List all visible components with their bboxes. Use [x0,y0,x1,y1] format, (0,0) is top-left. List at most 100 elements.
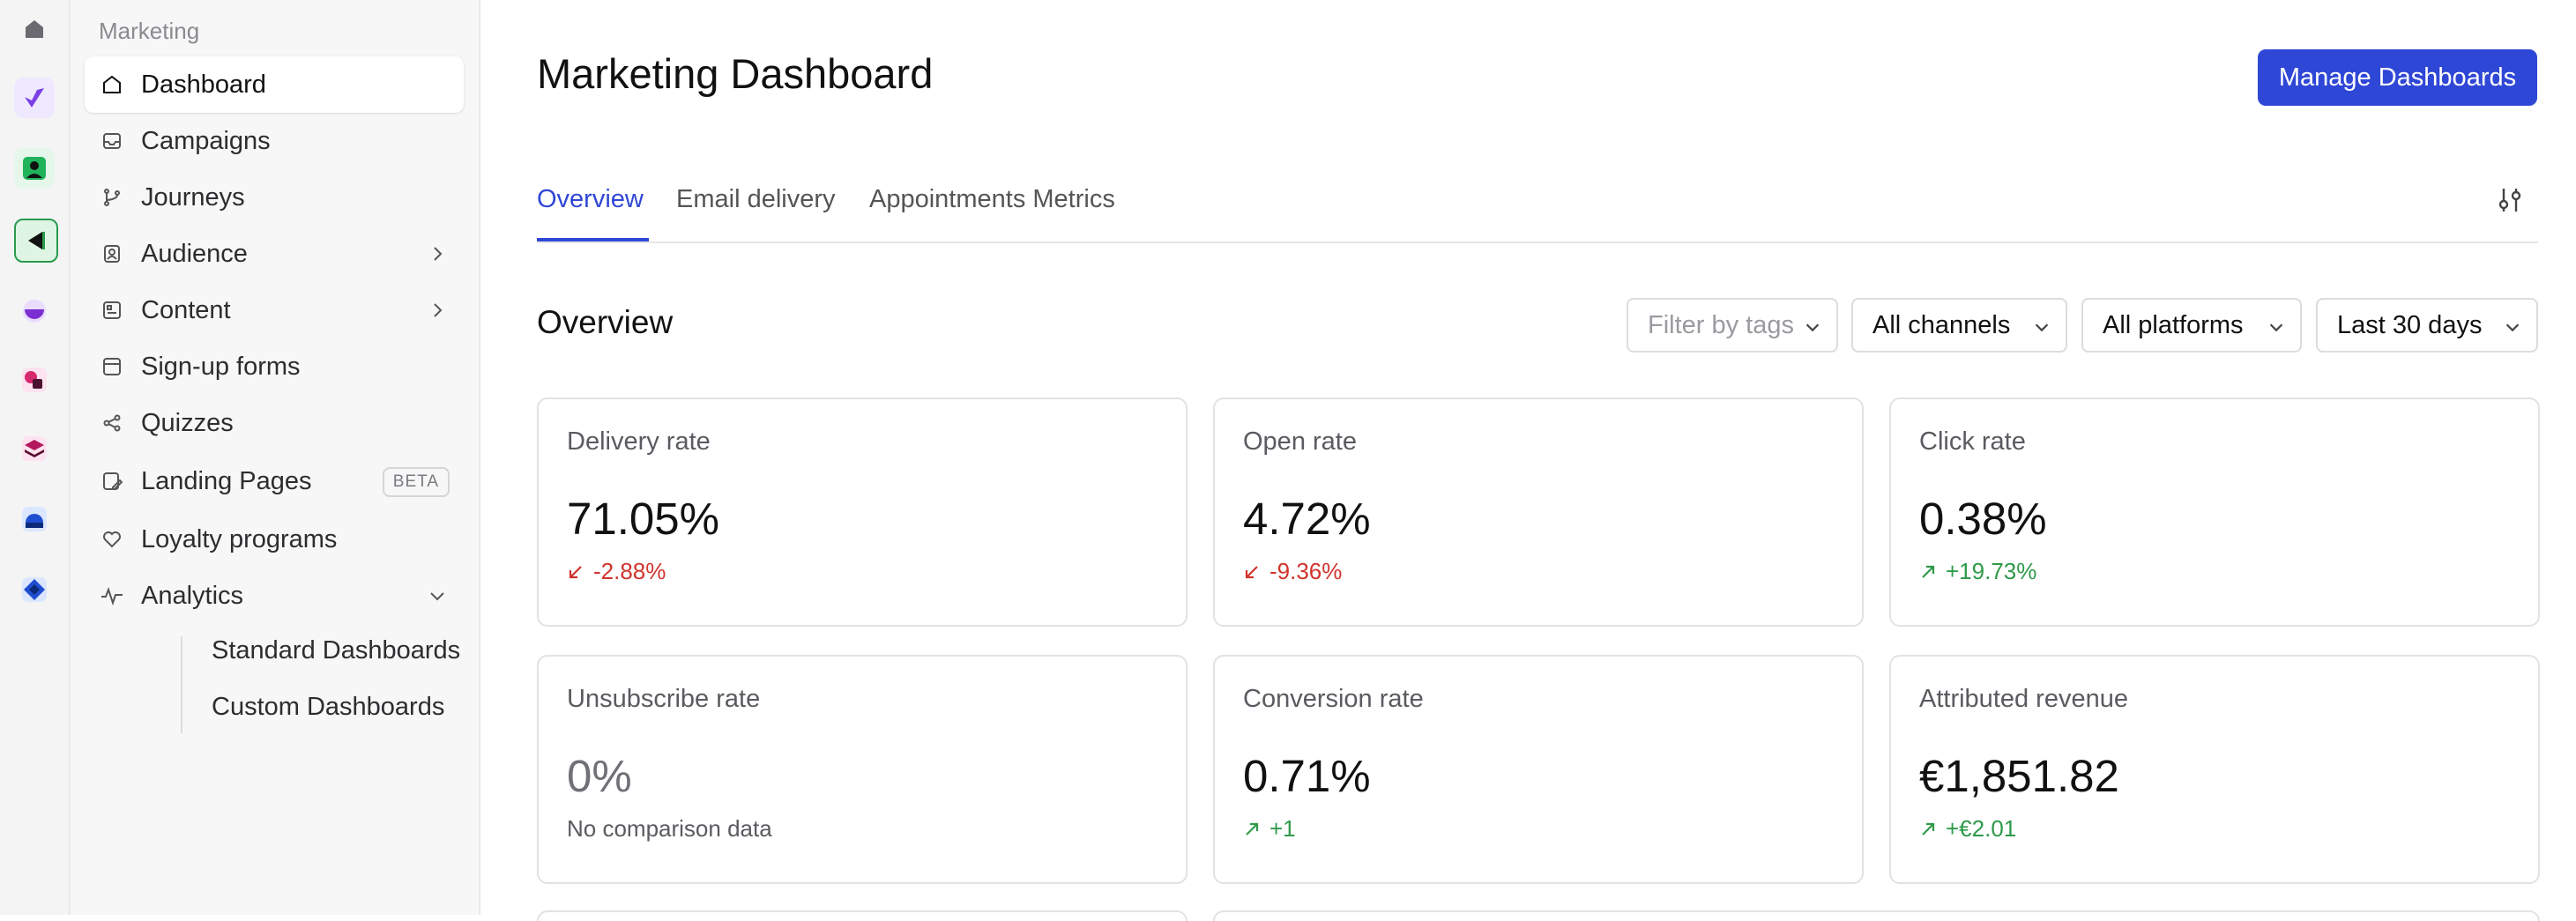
home-app-icon[interactable] [14,9,55,49]
layers-app-icon[interactable] [14,428,55,469]
contacts-app-icon[interactable] [14,148,55,189]
sidebar-item-label: Loyalty programs [141,524,338,553]
marketing-app-icon[interactable] [14,219,58,263]
arrow-up-right-icon [1922,565,1935,578]
pulse-icon [99,583,125,609]
home-icon [99,71,125,98]
tab-appointments-metrics[interactable]: Appointments Metrics [869,185,1115,214]
sidebar-item-label: Dashboard [141,70,266,99]
sidebar-item-label: Landing Pages [141,466,312,495]
metric-value: 0% [567,751,632,801]
branch-icon [99,184,125,211]
metric-label: Click rate [1919,427,2026,456]
metric-delta: +19.73% [1919,558,2036,585]
page-edit-icon [99,468,125,494]
chevron-down-icon [1805,323,1820,332]
sidebar-item-label: Quizzes [141,408,234,437]
sidebar-section-label: Marketing [99,18,200,44]
metric-card-unsubscribe-rate[interactable]: Unsubscribe rate 0% No comparison data [537,655,1187,884]
metric-label: Conversion rate [1243,685,1424,713]
metric-card-delivery-rate[interactable]: Delivery rate 71.05% -2.88% [537,397,1187,627]
sidebar-subitem-standard-dashboards[interactable]: Standard Dashboards [212,636,460,665]
metric-card-click-rate[interactable]: Click rate 0.38% +19.73% [1889,397,2540,627]
sidebar-item-dashboard[interactable]: Dashboard [85,56,464,113]
chevron-down-icon [430,592,444,601]
overview-title: Overview [537,304,674,340]
tab-email-delivery[interactable]: Email delivery [676,185,836,214]
beta-badge: BETA [382,467,450,497]
sidebar-item-signup-forms[interactable]: Sign-up forms [85,338,464,395]
metric-card-open-rate[interactable]: Open rate 4.72% -9.36% [1213,397,1864,627]
subnav-divider [181,636,182,733]
chevron-right-icon [434,247,443,261]
sidebar-item-campaigns[interactable]: Campaigns [85,113,464,169]
sidebar-item-quizzes[interactable]: Quizzes [85,395,464,451]
tags-filter[interactable]: Filter by tags [1627,298,1838,353]
sidebar-item-audience[interactable]: Audience [85,226,464,282]
bookings-app-icon[interactable] [14,291,55,331]
form-icon [99,353,125,380]
metric-delta-value: -2.88% [593,558,666,584]
active-tab-indicator [537,238,649,241]
metric-delta-value: +€2.01 [1946,815,2017,842]
heart-icon [99,526,125,553]
sliders-icon[interactable] [2495,185,2525,215]
arrow-up-right-icon [1922,822,1935,836]
shapes-app-icon[interactable] [14,360,55,400]
page-title: Marketing Dashboard [537,50,934,97]
metric-delta-value: +1 [1269,815,1296,842]
manage-dashboards-button[interactable]: Manage Dashboards [2258,49,2537,106]
metric-delta: -2.88% [567,558,666,585]
chevron-right-icon [434,303,443,317]
metric-label: Delivery rate [567,427,711,456]
metric-label: Open rate [1243,427,1357,456]
date-range-select[interactable]: Last 30 days [2316,298,2538,353]
metric-label: Attributed revenue [1919,685,2128,713]
channels-select[interactable]: All channels [1851,298,2067,353]
sidebar-item-loyalty-programs[interactable]: Loyalty programs [85,511,464,568]
metric-delta-value: +19.73% [1946,558,2037,584]
metric-delta: +€2.01 [1919,815,2016,843]
sidebar-item-label: Sign-up forms [141,352,301,381]
sidebar-item-label: Analytics [141,581,244,610]
tab-bar: Overview Email delivery Appointments Met… [537,176,2538,243]
sidebar-item-content[interactable]: Content [85,282,464,338]
sidebar-item-analytics[interactable]: Analytics [85,568,464,624]
helpdesk-app-icon[interactable] [14,499,55,539]
metric-value: 0.38% [1919,494,2047,544]
metric-delta: No comparison data [567,815,772,843]
metric-card-conversion-rate[interactable]: Conversion rate 0.71% +1 [1213,655,1864,884]
sidebar-subitem-custom-dashboards[interactable]: Custom Dashboards [212,693,444,722]
sidebar-item-label: Audience [141,239,248,268]
metric-card-attributed-revenue[interactable]: Attributed revenue €1,851.82 +€2.01 [1889,655,2540,884]
contacts-icon [99,241,125,267]
inbox-icon [99,128,125,154]
metric-delta-value: -9.36% [1269,558,1343,584]
card-peek [537,910,1187,921]
platforms-select[interactable]: All platforms [2081,298,2302,353]
sidebar-item-journeys[interactable]: Journeys [85,169,464,226]
metric-label: Unsubscribe rate [567,685,761,713]
chevron-down-icon [2035,323,2049,332]
metric-delta: -9.36% [1243,558,1342,585]
metric-value: €1,851.82 [1919,751,2119,801]
quiz-icon [99,410,125,436]
integrations-app-icon[interactable] [14,569,55,610]
forms-app-icon[interactable] [14,78,55,118]
channels-select-value: All channels [1872,310,2011,339]
tab-overview[interactable]: Overview [537,185,644,214]
arrow-up-right-icon [1246,822,1259,836]
metric-value: 71.05% [567,494,719,544]
sidebar-item-landing-pages[interactable]: Landing Pages BETA [85,453,464,509]
chevron-down-icon [2505,323,2520,332]
sidebar-item-label: Campaigns [141,126,271,155]
content-icon [99,297,125,323]
platforms-select-value: All platforms [2103,310,2244,339]
metric-delta: +1 [1243,815,1296,843]
card-peek [1213,910,2540,921]
sidebar: Marketing Dashboard Campaigns Journeys A… [71,0,480,915]
sidebar-item-label: Content [141,295,231,324]
metric-value: 0.71% [1243,751,1371,801]
sidebar-item-label: Journeys [141,182,245,212]
date-range-select-value: Last 30 days [2337,310,2483,339]
